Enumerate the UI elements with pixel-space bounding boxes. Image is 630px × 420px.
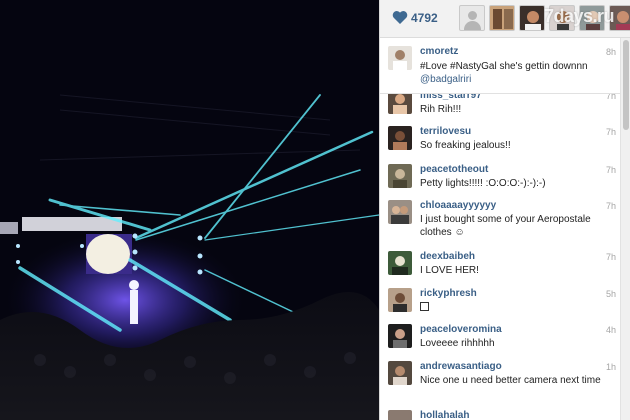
liker-avatar[interactable] <box>489 5 515 31</box>
timestamp: 7h <box>605 94 616 101</box>
comment-username[interactable]: andrewasantiago <box>420 361 502 372</box>
comment-text: I LOVE HER! <box>420 265 479 276</box>
caption-username[interactable]: cmoretz <box>420 46 458 57</box>
comments-panel: 4792 7days.ru cmoretz 8h #Love #NastyGal… <box>379 0 630 420</box>
likes-count[interactable]: 4792 <box>411 11 438 25</box>
timestamp: 7h <box>605 201 616 211</box>
comment-username[interactable]: peaceloveromina <box>420 324 502 335</box>
avatar[interactable] <box>388 410 412 420</box>
site-watermark: 7days.ru <box>544 6 615 26</box>
comments-scrollbar[interactable] <box>620 38 630 420</box>
comment-username[interactable]: terrilovesu <box>420 126 471 137</box>
heart-icon[interactable] <box>392 10 408 25</box>
missing-glyph-icon <box>420 302 429 311</box>
comment-text: Nice one u need better camera next time <box>420 375 601 386</box>
caption-body: #Love #NastyGal she's gettin downnn <box>420 61 588 72</box>
comment-text: Loveeee rihhhhh <box>420 338 495 349</box>
comment-text <box>420 301 614 314</box>
comment-username[interactable]: peacetotheout <box>420 164 488 175</box>
comment-username[interactable]: deexbaibeh <box>420 251 475 262</box>
comment-username[interactable]: hollahalah <box>420 410 469 420</box>
timestamp: 7h <box>605 165 616 175</box>
avatar[interactable] <box>388 126 412 150</box>
comment-username[interactable]: rickyphresh <box>420 288 477 299</box>
mention-link[interactable]: @badgalriri <box>420 74 471 85</box>
timestamp: 8h <box>605 47 616 57</box>
comments-list: miss_starr97 7h Rih Rih!!! terrilovesu 7… <box>380 94 620 420</box>
comment-username[interactable]: miss_starr97 <box>420 94 482 101</box>
comment-text: Petty lights!!!!! :O:O:O:-):-):-) <box>420 178 546 189</box>
avatar[interactable] <box>388 361 412 385</box>
liker-avatar[interactable] <box>519 5 545 31</box>
timestamp: 1h <box>605 362 616 372</box>
caption: cmoretz 8h #Love #NastyGal she's gettin … <box>380 38 620 94</box>
comment-text: So freaking jealous!! <box>420 140 511 151</box>
timestamp: 7h <box>605 252 616 262</box>
comment-username[interactable]: chloaaaayyyyyy <box>420 200 496 211</box>
timestamp: 4h <box>605 325 616 335</box>
avatar[interactable] <box>388 324 412 348</box>
concert-photo[interactable] <box>0 0 379 420</box>
avatar[interactable] <box>388 94 412 114</box>
avatar[interactable] <box>388 288 412 312</box>
timestamp: 7h <box>605 127 616 137</box>
avatar[interactable] <box>388 46 412 70</box>
timestamp: 5h <box>605 289 616 299</box>
concert-photo-graphic <box>0 0 379 420</box>
avatar[interactable] <box>388 251 412 275</box>
avatar[interactable] <box>388 164 412 188</box>
comment-text: I just bought some of your Aeropostale c… <box>420 214 591 238</box>
avatar[interactable] <box>388 200 412 224</box>
liker-avatar[interactable] <box>459 5 485 31</box>
likes-bar: 4792 7days.ru <box>380 0 630 38</box>
caption-text: #Love #NastyGal she's gettin downnn @bad… <box>420 60 614 86</box>
comment-text: Rih Rih!!! <box>420 104 462 115</box>
scrollbar-thumb[interactable] <box>623 40 629 130</box>
